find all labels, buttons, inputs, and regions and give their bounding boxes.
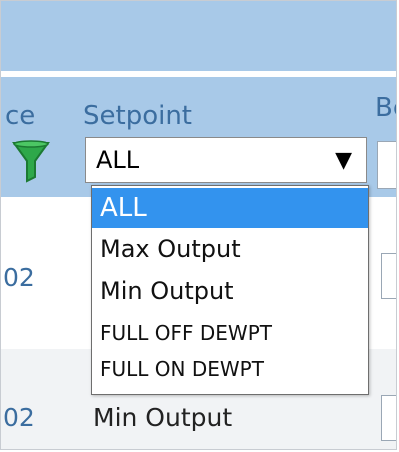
dropdown-option-min-output[interactable]: Min Output: [92, 272, 368, 310]
right-column-filter-input[interactable]: [377, 141, 396, 189]
dropdown-option-all[interactable]: ALL: [92, 188, 368, 228]
row-id-link[interactable]: 02: [3, 403, 35, 432]
chevron-down-icon[interactable]: ▼: [335, 148, 352, 173]
row-input-field[interactable]: [381, 395, 396, 441]
filter-icon[interactable]: [11, 139, 51, 187]
dropdown-option-max-output[interactable]: Max Output: [92, 230, 368, 268]
table-frame: ce Setpoint Be ALL ▼ 02 02 Min Output AL…: [0, 0, 397, 450]
column-header-left-fragment[interactable]: ce: [5, 101, 35, 131]
dropdown-option-full-on-dewpt[interactable]: FULL ON DEWPT: [92, 352, 368, 386]
dropdown-option-full-off-dewpt[interactable]: FULL OFF DEWPT: [92, 316, 368, 350]
setpoint-filter-select[interactable]: ALL ▼: [85, 137, 367, 183]
row-id-link[interactable]: 02: [3, 263, 35, 292]
column-header-right-fragment[interactable]: Be: [375, 93, 396, 123]
top-header-band: [1, 1, 396, 71]
setpoint-dropdown-list: ALL Max Output Min Output FULL OFF DEWPT…: [91, 185, 369, 395]
setpoint-filter-selected-value: ALL: [96, 146, 140, 174]
row-setpoint-value: Min Output: [93, 403, 233, 432]
row-input-field[interactable]: [381, 253, 396, 299]
column-header-setpoint[interactable]: Setpoint: [83, 101, 192, 131]
